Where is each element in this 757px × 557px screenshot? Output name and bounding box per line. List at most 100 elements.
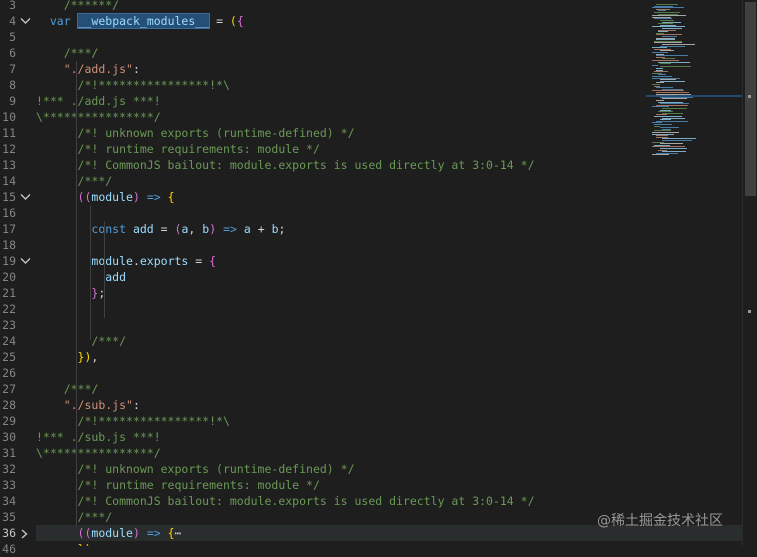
comment-token: /*! CommonJS bailout: module.exports is … <box>77 494 535 508</box>
keyword-token: const <box>91 222 127 236</box>
code-line[interactable]: "./sub.js": <box>36 397 742 413</box>
code-line[interactable]: }), <box>36 349 742 365</box>
code-line[interactable]: \****************/ <box>36 445 742 461</box>
bracket-token: }) <box>78 542 92 546</box>
punctuation-token <box>36 398 64 412</box>
line-number: 4 <box>9 14 16 28</box>
code-line[interactable]: /*! CommonJS bailout: module.exports is … <box>36 157 742 173</box>
comment-token: /***/ <box>77 510 113 524</box>
punctuation-token <box>36 78 78 92</box>
line-number: 28 <box>2 398 16 412</box>
string-token: "./sub.js" <box>63 398 133 412</box>
keyword-token: var <box>49 14 71 28</box>
code-line[interactable] <box>36 365 742 381</box>
code-line[interactable]: /*! runtime requirements: module */ <box>36 477 742 493</box>
line-number-gutter: 3 4 5 6 7 8 9 10 11 12 13 14 15 16 17 18 19 20 21 22 23 24 25 2… <box>0 0 36 556</box>
code-area[interactable]: /******/ var __webpack_modules__ = ({ /*… <box>36 0 742 546</box>
line-number: 27 <box>2 382 16 396</box>
code-line[interactable]: !*** ./sub.js ***! <box>36 429 742 445</box>
identifier-token: module <box>91 190 133 204</box>
bracket-token: }) <box>77 350 92 364</box>
code-line[interactable]: /***/ <box>36 173 742 189</box>
code-line[interactable]: const add = (a, b) => a + b; <box>36 221 742 237</box>
punctuation-token: ⋯ <box>174 526 182 540</box>
code-line[interactable]: module.exports = { <box>36 253 742 269</box>
chevron-down-icon[interactable] <box>20 189 32 205</box>
code-line[interactable]: /***/ <box>36 381 742 397</box>
punctuation-token: + <box>250 222 272 236</box>
code-line[interactable]: ((module) => { <box>36 189 742 205</box>
code-line[interactable]: /*!****************!*\ <box>36 77 742 93</box>
punctuation-token <box>36 462 78 476</box>
minimap-line <box>662 98 687 100</box>
code-line[interactable] <box>36 205 742 221</box>
minimap-line <box>660 66 691 68</box>
line-number: 46 <box>2 542 16 556</box>
code-line[interactable]: !*** ./add.js ***! <box>36 93 742 109</box>
chevron-right-icon[interactable] <box>20 525 32 541</box>
line-number: 14 <box>2 174 16 188</box>
punctuation-token <box>36 382 64 396</box>
punctuation-token <box>36 334 91 348</box>
minimap-line <box>652 64 658 66</box>
comment-token: /***/ <box>63 382 99 396</box>
line-number: 12 <box>2 142 16 156</box>
chevron-down-icon[interactable] <box>20 253 32 269</box>
comment-token: /******/ <box>36 0 120 12</box>
line-number: 15 <box>2 190 16 204</box>
chevron-down-icon[interactable] <box>20 13 32 29</box>
code-line[interactable]: /*! CommonJS bailout: module.exports is … <box>36 493 742 509</box>
code-line[interactable]: /*! unknown exports (runtime-defined) */ <box>36 125 742 141</box>
code-line[interactable]: /*! unknown exports (runtime-defined) */ <box>36 461 742 477</box>
code-line[interactable]: /*!****************!*\ <box>36 413 742 429</box>
punctuation-token: ; <box>278 222 286 236</box>
code-line[interactable]: "./add.js": <box>36 61 742 77</box>
punctuation-token: = <box>209 14 230 28</box>
line-number: 25 <box>2 350 16 364</box>
code-line[interactable]: }; <box>36 285 742 301</box>
code-editor[interactable]: 3 4 5 6 7 8 9 10 11 12 13 14 15 16 17 18 19 20 21 22 23 24 25 2… <box>0 0 757 556</box>
punctuation-token <box>36 494 78 508</box>
code-line[interactable]: add <box>36 269 742 285</box>
code-line[interactable]: /*! runtime requirements: module */ <box>36 141 742 157</box>
line-number: 35 <box>2 510 16 524</box>
line-number: 21 <box>2 286 16 300</box>
code-line[interactable] <box>36 301 742 317</box>
keyword-token: => <box>223 222 237 236</box>
code-line[interactable]: /***/ <box>36 45 742 61</box>
line-number: 6 <box>9 46 16 60</box>
scrollbar-thumb[interactable] <box>745 2 756 196</box>
punctuation-token: , <box>188 222 203 236</box>
identifier-token: b <box>271 222 279 236</box>
identifier-token: module <box>91 254 133 268</box>
punctuation-token <box>237 222 244 236</box>
punctuation-token <box>36 254 91 268</box>
line-number: 17 <box>2 222 16 236</box>
code-line[interactable]: }) <box>36 541 742 546</box>
code-line[interactable] <box>36 29 742 45</box>
code-line[interactable]: /***/ <box>36 333 742 349</box>
scroll-marker <box>748 310 751 313</box>
code-line[interactable]: /******/ <box>36 0 742 13</box>
line-number: 33 <box>2 478 16 492</box>
minimap[interactable] <box>646 0 742 546</box>
line-number: 22 <box>2 302 16 316</box>
identifier-token: add <box>105 270 127 284</box>
watermark-text: @稀土掘金技术社区 <box>597 513 723 529</box>
punctuation-token: = <box>188 254 210 268</box>
line-number: 11 <box>2 126 16 140</box>
code-line[interactable]: \****************/ <box>36 109 742 125</box>
punctuation-token <box>36 158 78 172</box>
punctuation-token <box>36 350 78 364</box>
bracket-token: ( <box>229 14 237 28</box>
punctuation-token <box>36 270 105 284</box>
code-line[interactable]: var __webpack_modules__ = ({ <box>36 13 742 29</box>
comment-token: !*** ./add.js ***! <box>36 94 161 108</box>
line-number: 5 <box>9 30 16 44</box>
vertical-scrollbar[interactable] <box>742 0 757 546</box>
indent-guide <box>104 221 105 318</box>
code-line[interactable] <box>36 317 742 333</box>
code-line[interactable] <box>36 237 742 253</box>
comment-token: /***/ <box>91 334 127 348</box>
comment-token: /*!****************!*\ <box>77 414 230 428</box>
